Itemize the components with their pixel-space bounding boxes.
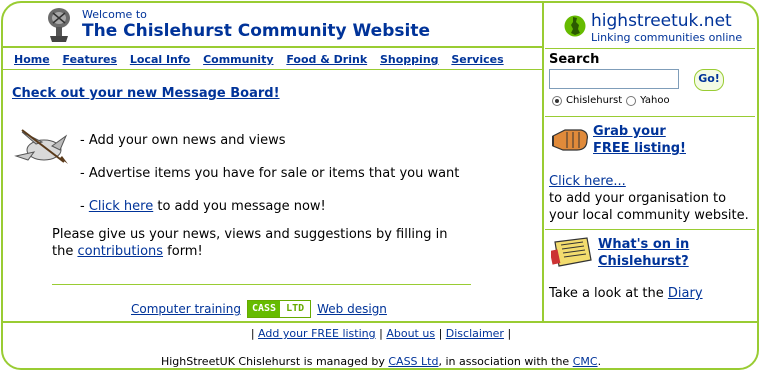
message-board-headline-link[interactable]: Check out your new Message Board! <box>12 86 280 101</box>
search-title: Search <box>549 52 600 67</box>
nav-features[interactable]: Features <box>63 53 117 66</box>
about-us-link[interactable]: About us <box>386 327 435 340</box>
click-here-link[interactable]: Click here <box>89 199 153 214</box>
brand-tagline: Linking communities online <box>591 31 743 44</box>
highstreetuk-brand[interactable]: highstreetuk.net Linking communities onl… <box>564 11 754 45</box>
cmc-link[interactable]: CMC <box>573 355 598 368</box>
go-button[interactable]: Go! <box>694 69 724 91</box>
web-design-link[interactable]: Web design <box>317 302 387 316</box>
diary-link[interactable]: Diary <box>668 286 703 301</box>
header-rule <box>2 46 543 48</box>
nav-shopping[interactable]: Shopping <box>380 53 439 66</box>
footer-links: | Add your FREE listing | About us | Dis… <box>250 327 512 340</box>
cass-ltd-link[interactable]: CASS Ltd <box>388 355 438 368</box>
main-nav: Home Features Local Info Community Food … <box>14 53 513 66</box>
add-organisation-link[interactable]: Click here... <box>549 174 626 189</box>
radio-chislehurst-label: Chislehurst <box>566 95 623 106</box>
search-scope: Chislehurst Yahoo <box>552 95 670 106</box>
nav-community[interactable]: Community <box>203 53 273 66</box>
site-title: The Chislehurst Community Website <box>82 21 430 41</box>
computer-training-link[interactable]: Computer training <box>131 302 241 316</box>
newspaper-icon <box>551 237 592 267</box>
message-board-bullets: - Add your own news and views - Advertis… <box>80 124 459 223</box>
bullet-click-here: - Click here to add you message now! <box>80 199 326 214</box>
radio-yahoo-label: Yahoo <box>640 95 670 106</box>
radio-yahoo[interactable] <box>626 95 637 106</box>
contributions-paragraph: Please give us your news, views and sugg… <box>52 227 448 259</box>
nav-services[interactable]: Services <box>451 53 503 66</box>
nav-rule <box>2 69 543 70</box>
whats-on-link[interactable]: What's on in Chislehurst? <box>598 236 689 270</box>
disclaimer-link[interactable]: Disclaimer <box>446 327 504 340</box>
nav-food-drink[interactable]: Food & Drink <box>286 53 367 66</box>
column-divider <box>542 2 544 322</box>
crest-icon <box>48 8 70 42</box>
brand-name: highstreetuk.net <box>591 11 732 31</box>
nav-local-info[interactable]: Local Info <box>130 53 190 66</box>
bullet-advertise: - Advertise items you have for sale or i… <box>80 166 460 181</box>
diary-text: Take a look at the Diary <box>549 286 703 301</box>
contributions-link[interactable]: contributions <box>77 244 163 259</box>
bullet-news: - Add your own news and views <box>80 133 286 148</box>
fist-icon <box>552 129 588 151</box>
nav-home[interactable]: Home <box>14 53 50 66</box>
right-rule-3 <box>545 229 755 230</box>
search-input[interactable] <box>549 69 679 89</box>
sponsor-bar: Computer training CASS LTD Web design <box>131 300 387 318</box>
cass-ltd-logo[interactable]: CASS LTD <box>246 300 312 318</box>
uk-map-icon <box>564 15 586 37</box>
add-free-listing-link[interactable]: Add your FREE listing <box>258 327 376 340</box>
footer-credit: HighStreetUK Chislehurst is managed by C… <box>160 355 602 368</box>
footer-divider <box>2 321 757 323</box>
content-separator <box>52 284 471 285</box>
grab-listing-link[interactable]: Grab your FREE listing! <box>593 123 686 157</box>
right-rule-2 <box>545 116 755 117</box>
carrier-pigeon-icon <box>14 129 68 164</box>
radio-chislehurst[interactable] <box>552 95 562 106</box>
right-rule-1 <box>545 48 755 49</box>
organisation-text: to add your organisation to your local c… <box>549 191 749 223</box>
welcome-text: Welcome to <box>82 8 147 21</box>
